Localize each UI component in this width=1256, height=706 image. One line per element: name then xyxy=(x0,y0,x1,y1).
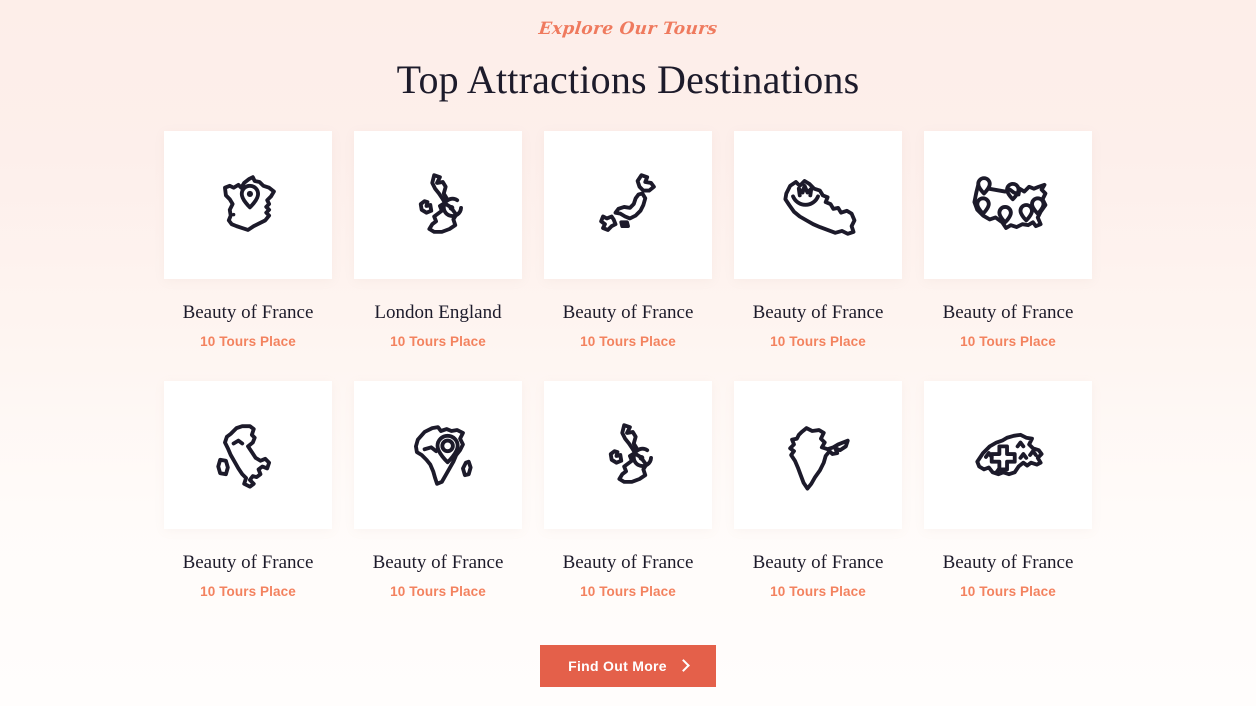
destination-thumbnail[interactable] xyxy=(354,131,522,279)
destination-title: Beauty of France xyxy=(182,552,314,573)
destination-title: Beauty of France xyxy=(942,302,1074,323)
section-eyebrow: Explore Our Tours xyxy=(537,19,719,39)
uk-map-icon xyxy=(608,423,653,484)
destination-thumbnail[interactable] xyxy=(354,381,522,529)
destination-thumbnail[interactable] xyxy=(924,131,1092,279)
destination-title: Beauty of France xyxy=(182,302,314,323)
destination-tour-count: 10 Tours Place xyxy=(200,334,296,349)
top-attractions-section: Explore Our Tours Top Attractions Destin… xyxy=(0,0,1256,706)
destination-tour-count: 10 Tours Place xyxy=(390,334,486,349)
destination-card[interactable]: Beauty of France 10 Tours Place xyxy=(164,381,332,601)
destination-title: Beauty of France xyxy=(372,552,504,573)
destination-tour-count: 10 Tours Place xyxy=(960,334,1056,349)
destination-card[interactable]: Beauty of France 10 Tours Place xyxy=(544,381,712,601)
nepal-map-icon xyxy=(783,179,857,236)
japan-map-icon xyxy=(599,173,656,232)
page-title: Top Attractions Destinations xyxy=(396,57,860,102)
destination-thumbnail[interactable] xyxy=(544,131,712,279)
destination-card[interactable]: Beauty of France 10 Tours Place xyxy=(734,381,902,601)
destination-card[interactable]: Beauty of France 10 Tours Place xyxy=(734,131,902,351)
usa-map-icon xyxy=(972,176,1048,230)
destination-tour-count: 10 Tours Place xyxy=(200,584,296,599)
destination-tour-count: 10 Tours Place xyxy=(770,334,866,349)
destination-thumbnail[interactable] xyxy=(734,131,902,279)
destination-card[interactable]: Beauty of France 10 Tours Place xyxy=(354,381,522,601)
destination-title: London England xyxy=(374,302,502,323)
destination-grid: Beauty of France 10 Tours Place London En… xyxy=(163,131,1093,631)
africa-map-icon xyxy=(414,425,473,486)
destination-card[interactable]: London England 10 Tours Place xyxy=(354,131,522,351)
destination-thumbnail[interactable] xyxy=(544,381,712,529)
destination-thumbnail[interactable] xyxy=(734,381,902,529)
destination-title: Beauty of France xyxy=(942,552,1074,573)
destination-tour-count: 10 Tours Place xyxy=(580,334,676,349)
find-out-more-button[interactable]: Find Out More xyxy=(540,645,716,687)
italy-map-icon xyxy=(216,424,272,489)
find-out-more-label: Find Out More xyxy=(568,658,667,674)
destination-thumbnail[interactable] xyxy=(164,131,332,279)
destination-thumbnail[interactable] xyxy=(164,381,332,529)
india-map-icon xyxy=(788,426,850,491)
destination-card[interactable]: Beauty of France 10 Tours Place xyxy=(924,131,1092,351)
destination-tour-count: 10 Tours Place xyxy=(580,584,676,599)
uk-map-icon xyxy=(418,173,463,234)
destination-title: Beauty of France xyxy=(752,552,884,573)
switzerland-map-icon xyxy=(975,432,1044,477)
cta-container: Find Out More xyxy=(0,645,1256,687)
destination-title: Beauty of France xyxy=(562,552,694,573)
destination-thumbnail[interactable] xyxy=(924,381,1092,529)
destination-tour-count: 10 Tours Place xyxy=(960,584,1056,599)
destination-card[interactable]: Beauty of France 10 Tours Place xyxy=(544,131,712,351)
destination-tour-count: 10 Tours Place xyxy=(770,584,866,599)
destination-card[interactable]: Beauty of France 10 Tours Place xyxy=(164,131,332,351)
destination-title: Beauty of France xyxy=(562,302,694,323)
destination-title: Beauty of France xyxy=(752,302,884,323)
chevron-right-icon xyxy=(677,659,690,672)
france-map-icon xyxy=(223,175,276,232)
destination-card[interactable]: Beauty of France 10 Tours Place xyxy=(924,381,1092,601)
destination-tour-count: 10 Tours Place xyxy=(390,584,486,599)
